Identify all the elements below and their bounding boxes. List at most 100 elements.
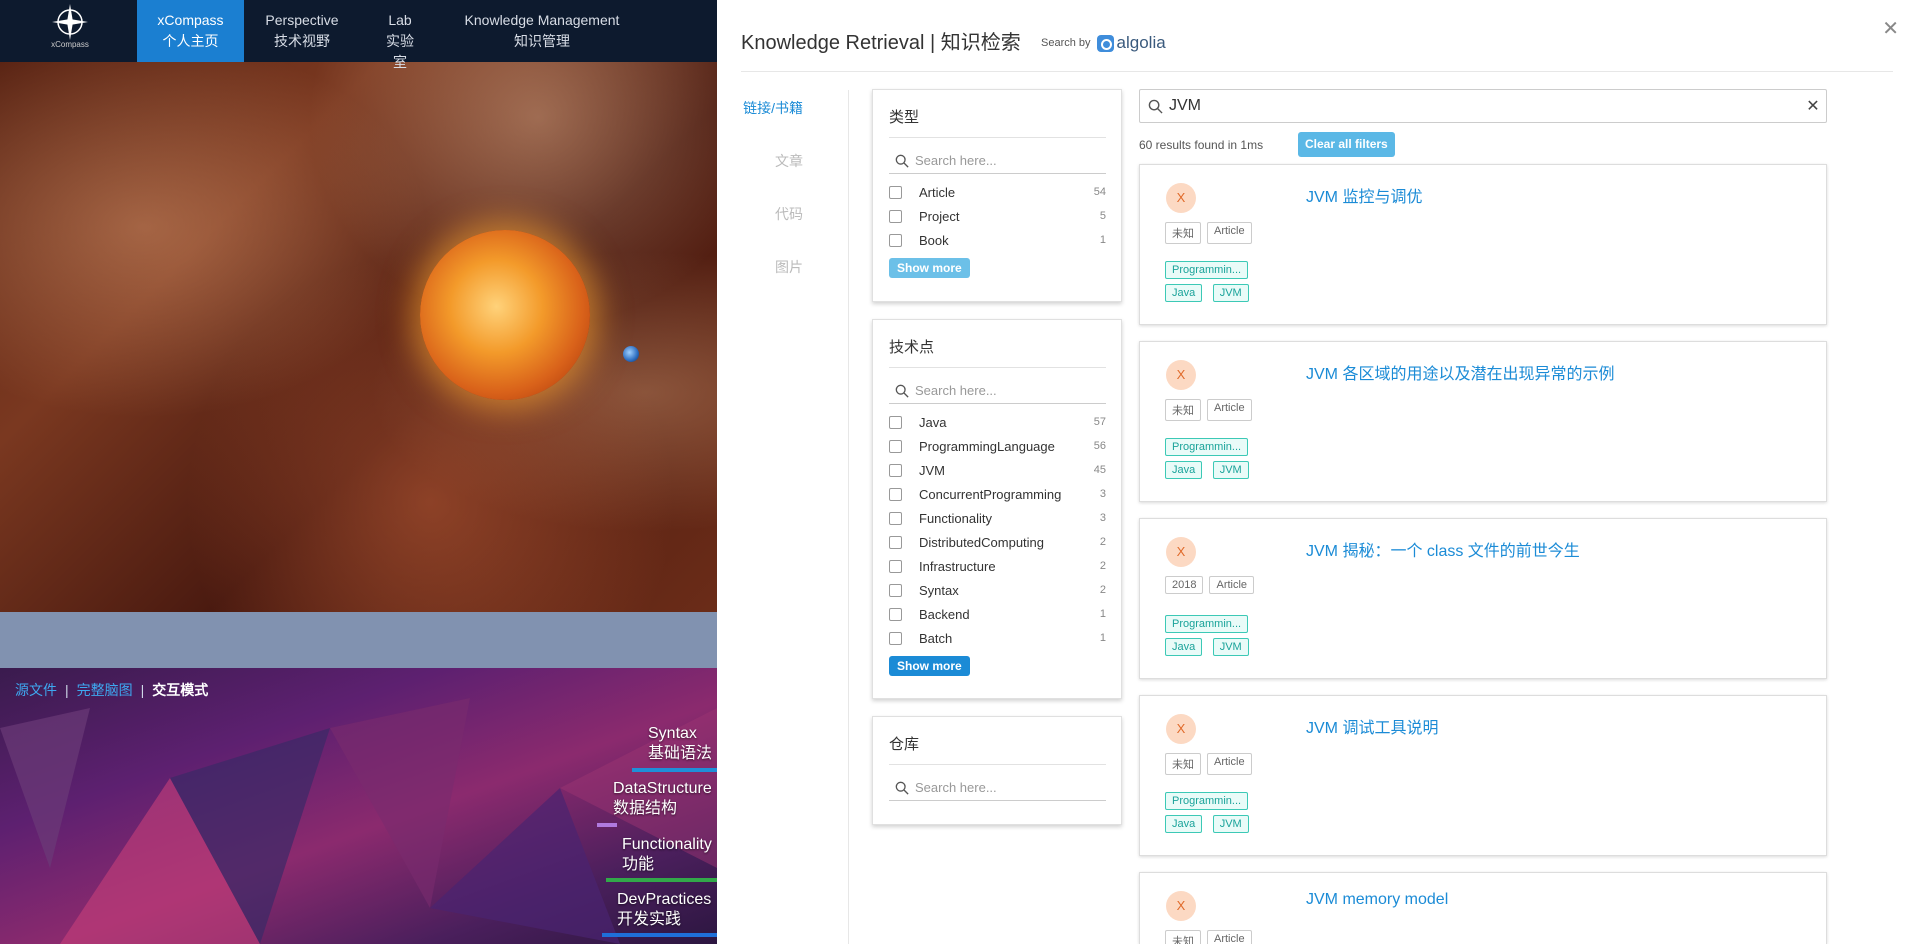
tab-images[interactable]: 图片 <box>717 249 827 302</box>
breadcrumb-separator: | <box>140 682 145 698</box>
option-count: 1 <box>1099 234 1106 246</box>
facet-option-syntax[interactable]: Syntax 2 <box>889 578 1106 602</box>
facet-search-input[interactable] <box>915 383 1095 398</box>
topic-tag[interactable]: Java <box>1165 815 1203 833</box>
option-label: DistributedComputing <box>919 534 1045 550</box>
result-title[interactable]: JVM 揭秘：一个 class 文件的前世今生 <box>1306 537 1580 561</box>
node-en: DataStructure <box>613 780 712 797</box>
search-icon <box>1148 99 1163 114</box>
tabs-divider <box>848 90 849 944</box>
hero-band <box>0 612 717 668</box>
facet-option-batch[interactable]: Batch 1 <box>889 626 1106 650</box>
topic-tag[interactable]: JVM <box>1212 284 1249 302</box>
facet-option-backend[interactable]: Backend 1 <box>889 602 1106 626</box>
main-search-input[interactable] <box>1169 97 1800 115</box>
search-icon <box>895 154 909 168</box>
facet-option-project[interactable]: Project 5 <box>889 204 1106 228</box>
facet-option-book[interactable]: Book 1 <box>889 228 1106 252</box>
facet-option-distributedcomputing[interactable]: DistributedComputing 2 <box>889 530 1106 554</box>
checkbox[interactable] <box>889 415 902 429</box>
topic-tag[interactable]: Java <box>1165 638 1203 656</box>
result-card[interactable]: X JVM 各区域的用途以及潜在出现异常的示例 未知 Article Progr… <box>1139 341 1827 502</box>
close-icon[interactable]: ✕ <box>1882 16 1899 41</box>
algolia-wordmark: algolia <box>1116 33 1166 52</box>
show-more-button[interactable]: Show more <box>889 656 970 676</box>
facet-option-article[interactable]: Article 54 <box>889 180 1106 204</box>
checkbox[interactable] <box>889 439 902 453</box>
checkbox[interactable] <box>889 463 902 477</box>
result-card[interactable]: X JVM 监控与调优 未知 Article Programmin... Jav… <box>1139 164 1827 325</box>
result-meta: 未知 Article <box>1165 222 1252 244</box>
option-label: Article <box>919 184 956 200</box>
result-title[interactable]: JVM 调试工具说明 <box>1306 714 1438 738</box>
facet-search <box>889 378 1106 404</box>
facet-type: 类型 Article 54 Project 5 Book 1 Show more <box>872 89 1122 302</box>
topic-tag[interactable]: Programmin... <box>1165 438 1249 456</box>
checkbox[interactable] <box>889 511 902 525</box>
mindmap-node-datastructure[interactable]: DataStructure 数据结构 <box>613 779 712 819</box>
nav-perspective[interactable]: Perspective 技术视野 <box>244 0 360 62</box>
facet-search-input[interactable] <box>915 780 1095 795</box>
checkbox[interactable] <box>889 185 902 199</box>
mindmap-node-devpractices[interactable]: DevPractices 开发实践 <box>617 890 711 930</box>
source-file-link[interactable]: 源文件 <box>15 682 57 698</box>
topic-tag[interactable]: Programmin... <box>1165 792 1249 810</box>
algolia-icon <box>1096 34 1114 52</box>
result-card[interactable]: X JVM 揭秘：一个 class 文件的前世今生 2018 Article P… <box>1139 518 1827 679</box>
node-en: Syntax <box>648 725 697 742</box>
tab-links-books[interactable]: 链接/书籍 <box>717 90 827 143</box>
checkbox[interactable] <box>889 631 902 645</box>
checkbox[interactable] <box>889 233 902 247</box>
topic-tag[interactable]: Java <box>1165 284 1203 302</box>
result-title[interactable]: JVM memory model <box>1306 891 1448 909</box>
node-en: Functionality <box>622 836 712 853</box>
nav-xcompass[interactable]: xCompass 个人主页 <box>137 0 244 62</box>
topic-tag[interactable]: JVM <box>1212 815 1249 833</box>
option-label: JVM <box>919 462 945 478</box>
facet-option-jvm[interactable]: JVM 45 <box>889 458 1106 482</box>
background-app: xCompass xCompass 个人主页 Perspective 技术视野 … <box>0 0 717 944</box>
facet-option-programminglanguage[interactable]: ProgrammingLanguage 56 <box>889 434 1106 458</box>
mindmap-node-functionality[interactable]: Functionality 功能 <box>622 835 712 875</box>
full-mindmap-link[interactable]: 完整脑图 <box>77 682 133 698</box>
option-label: Backend <box>919 606 970 622</box>
show-more-button[interactable]: Show more <box>889 258 970 278</box>
checkbox[interactable] <box>889 583 902 597</box>
result-title[interactable]: JVM 各区域的用途以及潜在出现异常的示例 <box>1306 360 1614 384</box>
nav-lab[interactable]: Lab 实验室 <box>360 0 440 70</box>
xcompass-logo[interactable]: xCompass <box>40 2 100 58</box>
result-title[interactable]: JVM 监控与调优 <box>1306 183 1422 207</box>
topic-tag[interactable]: JVM <box>1212 638 1249 656</box>
nav-sub-label: 技术视野 <box>274 33 330 49</box>
checkbox[interactable] <box>889 607 902 621</box>
topic-tag[interactable]: Programmin... <box>1165 615 1249 633</box>
checkbox[interactable] <box>889 487 902 501</box>
facet-option-java[interactable]: Java 57 <box>889 410 1106 434</box>
year-tag: 2018 <box>1165 576 1204 594</box>
topic-tag[interactable]: Java <box>1165 461 1203 479</box>
checkbox[interactable] <box>889 559 902 573</box>
nav-sub-label: 个人主页 <box>162 33 219 49</box>
facet-option-concurrentprogramming[interactable]: ConcurrentProgramming 3 <box>889 482 1106 506</box>
checkbox[interactable] <box>889 535 902 549</box>
nav-knowledge-management[interactable]: Knowledge Management 知识管理 <box>442 0 642 62</box>
facet-search-input[interactable] <box>915 153 1095 168</box>
facet-repository: 仓库 <box>872 716 1122 825</box>
mindmap-node-syntax[interactable]: Syntax 基础语法 <box>648 724 712 764</box>
topic-tag[interactable]: JVM <box>1212 461 1249 479</box>
tab-articles[interactable]: 文章 <box>717 143 827 196</box>
search-by-algolia[interactable]: Search by algolia <box>1041 33 1166 53</box>
clear-all-filters-button[interactable]: Clear all filters <box>1298 132 1395 157</box>
facet-option-infrastructure[interactable]: Infrastructure 2 <box>889 554 1106 578</box>
topic-tag[interactable]: Programmin... <box>1165 261 1249 279</box>
facet-title: 技术点 <box>889 336 1106 368</box>
year-tag: 未知 <box>1165 222 1201 244</box>
result-avatar: X <box>1166 891 1196 921</box>
facet-option-functionality[interactable]: Functionality 3 <box>889 506 1106 530</box>
tab-code[interactable]: 代码 <box>717 196 827 249</box>
result-card[interactable]: X JVM memory model 未知 Article <box>1139 872 1827 944</box>
top-navigation: xCompass xCompass 个人主页 Perspective 技术视野 … <box>0 0 717 70</box>
result-card[interactable]: X JVM 调试工具说明 未知 Article Programmin... Ja… <box>1139 695 1827 856</box>
clear-search-icon[interactable]: ✕ <box>1800 96 1826 116</box>
checkbox[interactable] <box>889 209 902 223</box>
